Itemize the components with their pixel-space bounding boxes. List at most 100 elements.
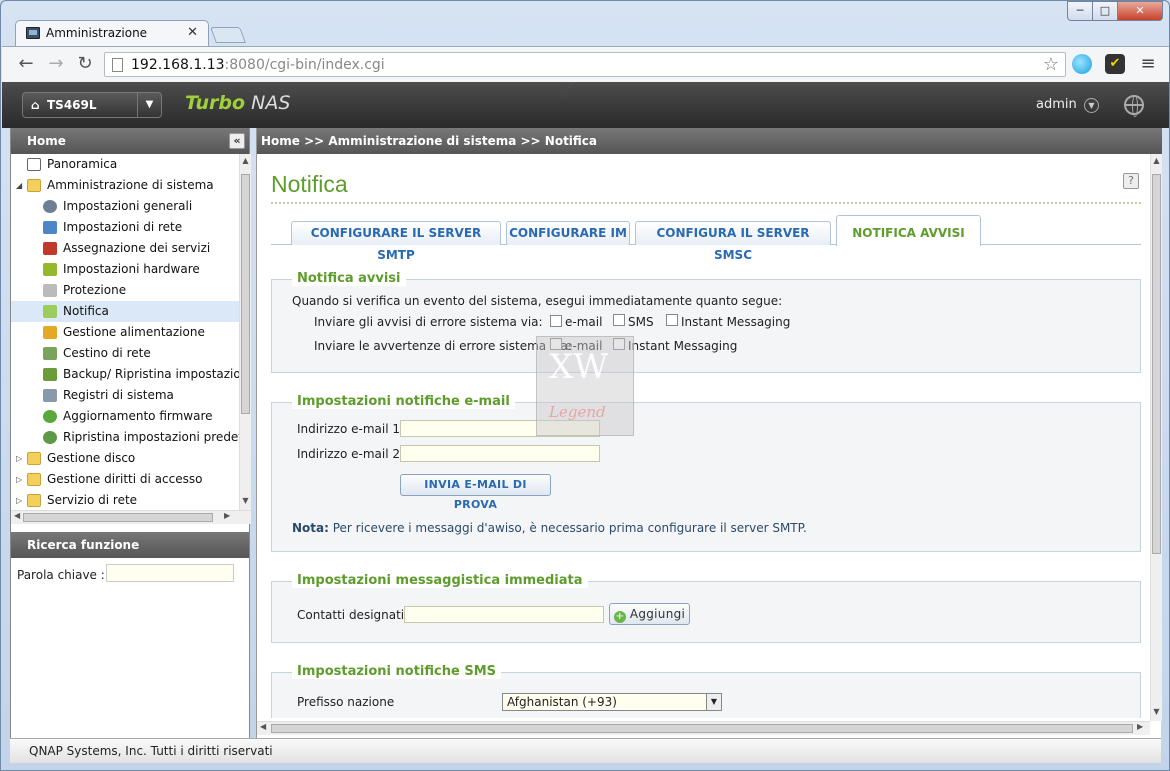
sidebar-item-cestino-rete[interactable]: Cestino di rete xyxy=(11,343,239,364)
scroll-down-arrow-icon[interactable]: ▼ xyxy=(240,496,251,505)
scroll-down-arrow-icon[interactable]: ▼ xyxy=(1151,707,1162,716)
forward-arrow-icon[interactable]: → xyxy=(44,53,68,75)
browser-window: Amministrazione ✕ ─ □ ✕ ← → ↻ 192.168.1.… xyxy=(0,0,1170,771)
send-test-email-button[interactable]: INVIA E-MAIL DI PROVA xyxy=(400,474,551,511)
sidebar-item-servizio-rete[interactable]: ▷ Servizio di rete xyxy=(11,490,239,510)
collapse-sidebar-button[interactable]: « xyxy=(229,133,245,149)
keyword-input[interactable] xyxy=(106,564,234,582)
sidebar-item-backup[interactable]: Backup/ Ripristina impostazion xyxy=(11,364,239,385)
tab-smsc-server[interactable]: CONFIGURA IL SERVER SMSC xyxy=(635,221,831,262)
globe-icon[interactable] xyxy=(1124,95,1144,117)
scroll-thumb[interactable] xyxy=(23,513,213,522)
sms-settings-section: Impostazioni notifiche SMS Prefisso nazi… xyxy=(271,664,1141,718)
overview-icon xyxy=(27,158,41,171)
warning-alert-label: Inviare le avvertenze di errore sistema … xyxy=(314,339,572,353)
sidebar-item-registri[interactable]: Registri di sistema xyxy=(11,385,239,406)
collapsed-arrow-icon[interactable]: ▷ xyxy=(16,469,26,490)
sidebar-item-impostazioni-rete[interactable]: Impostazioni di rete xyxy=(11,217,239,238)
folder-open-icon xyxy=(27,179,41,192)
section-legend: Impostazioni messaggistica immediata xyxy=(292,573,588,588)
sidebar-vertical-scrollbar[interactable]: ▲ ▼ xyxy=(239,154,251,510)
reload-icon[interactable]: ↻ xyxy=(73,53,97,75)
scroll-thumb[interactable] xyxy=(271,724,1133,733)
sidebar-item-gestione-alimentazione[interactable]: Gestione alimentazione xyxy=(11,322,239,343)
sidebar-item-notifica[interactable]: Notifica xyxy=(11,301,239,322)
user-name[interactable]: admin xyxy=(1036,97,1077,112)
sidebar: Home « Panoramica ◢ Amministrazione di s… xyxy=(10,128,251,738)
email-notification-section: Impostazioni notifiche e-mail Indirizzo … xyxy=(271,394,1141,552)
tab-title: Amministrazione xyxy=(46,26,148,40)
scroll-left-arrow-icon[interactable]: ◀ xyxy=(260,722,266,731)
address-bar[interactable]: 192.168.1.13:8080/cgi-bin/index.cgi ☆ xyxy=(104,52,1066,77)
form-scroll-area: Notifica avvisi Quando si verifica un ev… xyxy=(257,258,1150,718)
content-horizontal-scrollbar[interactable]: ◀ ▶ xyxy=(257,721,1150,735)
recycle-bin-icon xyxy=(43,347,57,360)
menu-icon[interactable]: ≡ xyxy=(1138,54,1158,74)
firmware-icon xyxy=(43,410,57,423)
email2-input[interactable] xyxy=(400,445,600,462)
folder-icon xyxy=(27,452,41,465)
scroll-up-arrow-icon[interactable]: ▲ xyxy=(1151,156,1162,165)
dropdown-arrow-icon[interactable]: ▼ xyxy=(706,694,721,710)
main-content: Home >> Amministrazione di sistema >> No… xyxy=(256,128,1162,738)
scroll-right-arrow-icon[interactable]: ▶ xyxy=(224,511,230,520)
scroll-left-arrow-icon[interactable]: ◀ xyxy=(14,511,20,520)
sidebar-item-impostazioni-hardware[interactable]: Impostazioni hardware xyxy=(11,259,239,280)
section-legend: Impostazioni notifiche SMS xyxy=(292,664,501,679)
collapsed-arrow-icon[interactable]: ▷ xyxy=(16,448,26,469)
title-divider xyxy=(271,202,1141,204)
alert-notification-section: Notifica avvisi Quando si verifica un ev… xyxy=(271,271,1141,373)
tab-alert-notification[interactable]: NOTIFICA AVVISI xyxy=(836,215,981,246)
section-legend: Notifica avvisi xyxy=(292,271,406,286)
browser-toolbar: ← → ↻ 192.168.1.13:8080/cgi-bin/index.cg… xyxy=(2,46,1169,82)
close-window-button[interactable]: ✕ xyxy=(1117,1,1163,21)
sidebar-item-aggiornamento-firmware[interactable]: Aggiornamento firmware xyxy=(11,406,239,427)
country-prefix-select[interactable]: Afghanistan (+93) ▼ xyxy=(502,693,722,711)
sidebar-item-gestione-diritti[interactable]: ▷ Gestione diritti di accesso xyxy=(11,469,239,490)
back-arrow-icon[interactable]: ← xyxy=(14,53,38,75)
keyword-label: Parola chiave : xyxy=(17,568,105,582)
sidebar-item-amministrazione[interactable]: ◢ Amministrazione di sistema xyxy=(11,175,239,196)
tab-smtp-server[interactable]: CONFIGURARE IL SERVER SMTP xyxy=(291,221,501,262)
monitor-icon xyxy=(26,27,40,39)
sidebar-item-protezione[interactable]: Protezione xyxy=(11,280,239,301)
extension-icon[interactable]: ✔ xyxy=(1105,54,1125,74)
browser-tab[interactable]: Amministrazione ✕ xyxy=(15,20,209,46)
watermark-logo: XW Legend xyxy=(536,336,634,436)
expanded-arrow-icon[interactable]: ◢ xyxy=(16,175,26,196)
sidebar-item-gestione-disco[interactable]: ▷ Gestione disco xyxy=(11,448,239,469)
bookmark-star-icon[interactable]: ☆ xyxy=(1043,54,1059,75)
new-tab-button[interactable] xyxy=(210,27,246,43)
device-name: TS469L xyxy=(47,98,97,112)
reset-icon xyxy=(43,431,57,444)
notification-icon xyxy=(43,305,57,318)
footer-copyright: QNAP Systems, Inc. Tutti i diritti riser… xyxy=(10,738,1161,763)
help-icon[interactable]: ? xyxy=(1123,173,1139,189)
error-im-checkbox[interactable] xyxy=(666,314,678,326)
device-selector[interactable]: ⌂ TS469L ▼ xyxy=(22,92,162,118)
user-menu-chevron-icon[interactable]: ▼ xyxy=(1084,98,1099,113)
sidebar-item-panoramica[interactable]: Panoramica xyxy=(11,154,239,175)
error-sms-checkbox[interactable] xyxy=(613,314,625,326)
sidebar-item-impostazioni-generali[interactable]: Impostazioni generali xyxy=(11,196,239,217)
collapsed-arrow-icon[interactable]: ▷ xyxy=(16,490,26,510)
tab-im-config[interactable]: CONFIGURARE IM xyxy=(506,221,630,245)
scroll-up-arrow-icon[interactable]: ▲ xyxy=(240,156,251,165)
sidebar-item-assegnazione-servizi[interactable]: Assegnazione dei servizi xyxy=(11,238,239,259)
sidebar-horizontal-scrollbar[interactable]: ◀ ▶ xyxy=(11,510,251,524)
add-contact-button[interactable]: + Aggiungi xyxy=(609,603,690,625)
maximize-button[interactable]: □ xyxy=(1092,1,1118,21)
contacts-input[interactable] xyxy=(404,606,604,623)
error-email-checkbox[interactable] xyxy=(550,315,562,327)
scroll-thumb[interactable] xyxy=(241,174,250,414)
scroll-right-arrow-icon[interactable]: ▶ xyxy=(1137,722,1143,731)
sidebar-item-ripristina[interactable]: Ripristina impostazioni predefir xyxy=(11,427,239,448)
power-icon xyxy=(43,326,57,339)
content-vertical-scrollbar[interactable]: ▲ ▼ xyxy=(1150,154,1162,721)
skype-extension-icon[interactable] xyxy=(1072,54,1092,74)
close-tab-icon[interactable]: ✕ xyxy=(187,25,198,40)
minimize-button[interactable]: ─ xyxy=(1067,1,1093,21)
tab-strip: Amministrazione ✕ ─ □ ✕ xyxy=(1,1,1170,47)
search-panel-title: Ricerca funzione xyxy=(11,532,249,558)
scroll-thumb[interactable] xyxy=(1152,174,1161,554)
